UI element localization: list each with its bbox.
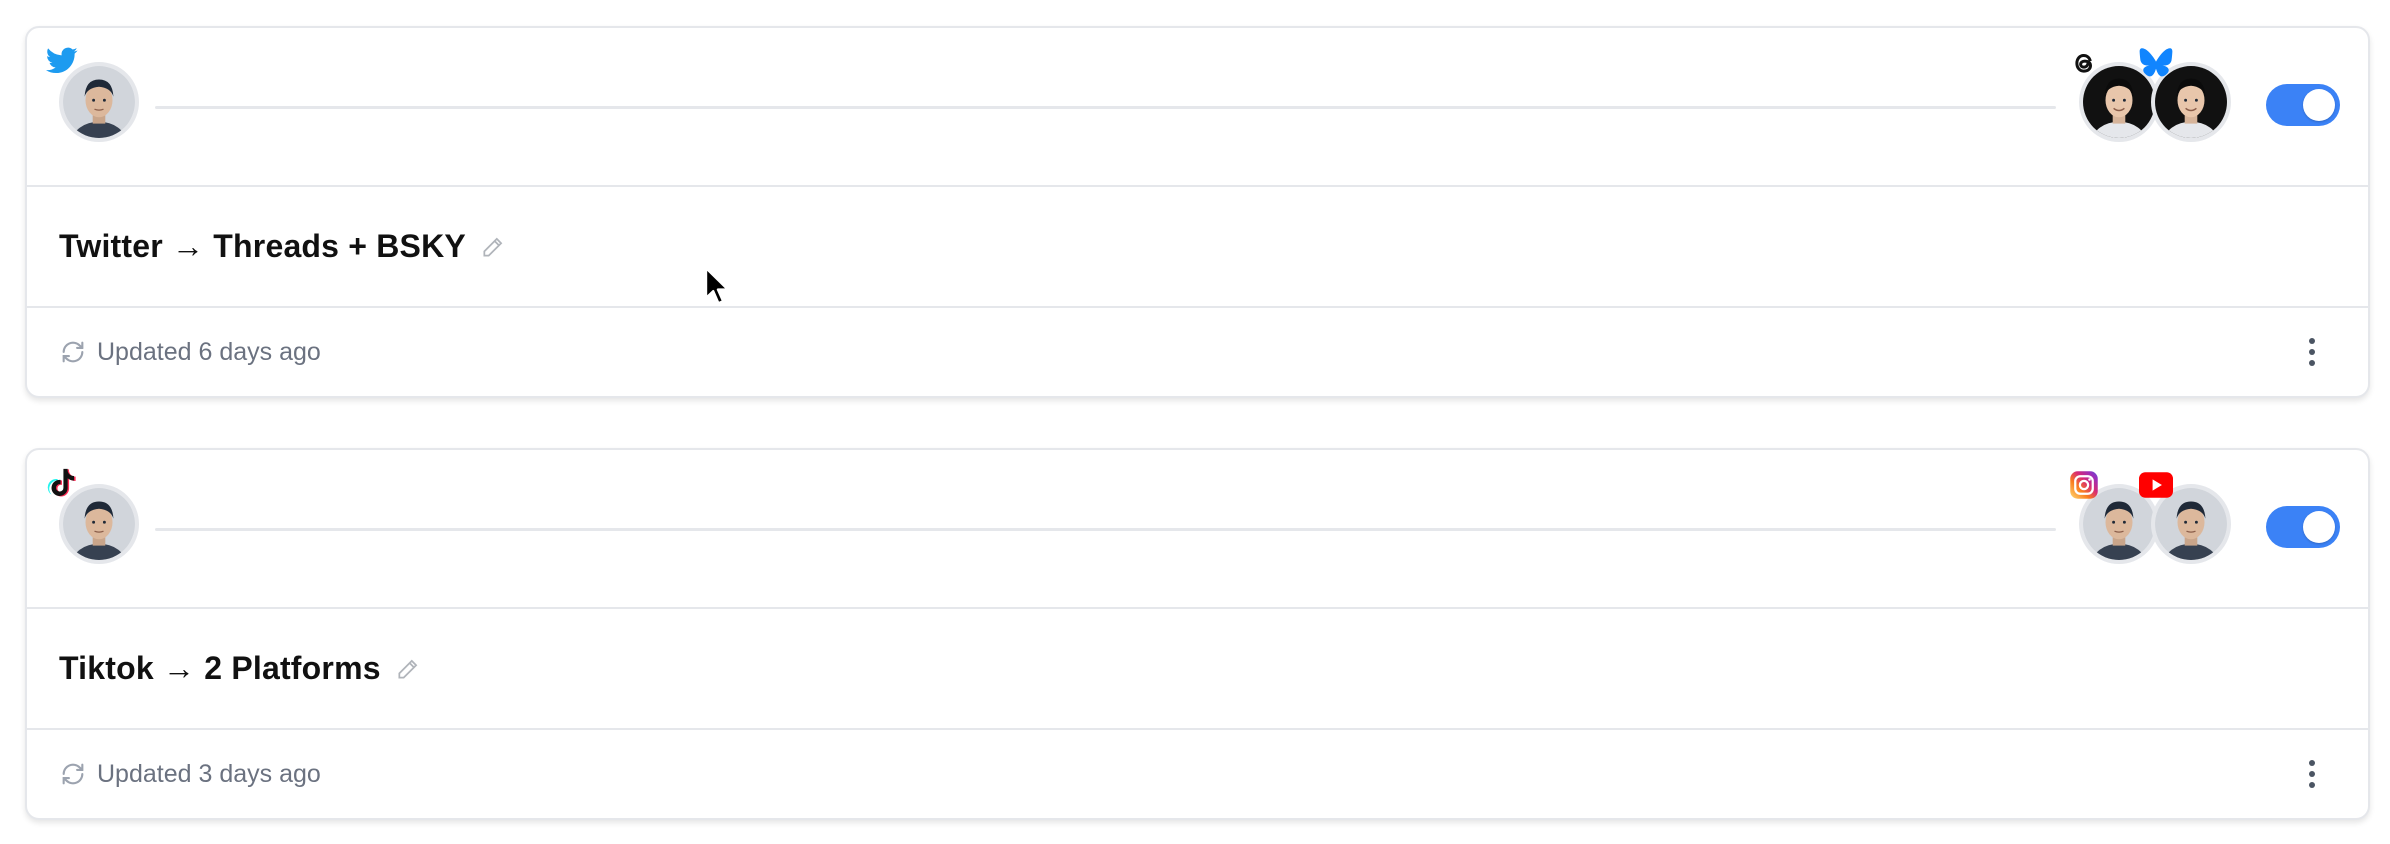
dot-icon: [2309, 782, 2315, 788]
dot-icon: [2309, 338, 2315, 344]
workflow-title-row: Tiktok → 2 Platforms: [27, 609, 2368, 730]
more-options-button[interactable]: [2304, 338, 2320, 368]
workflow-enable-toggle[interactable]: [2266, 506, 2340, 548]
workflow-flow-row: [27, 28, 2368, 187]
dot-icon: [2309, 760, 2315, 766]
workflow-footer: Updated 6 days ago: [27, 308, 2368, 396]
pencil-icon[interactable]: [480, 234, 506, 260]
mouse-cursor-icon: [704, 266, 730, 305]
tiktok-icon: [47, 468, 76, 497]
workflow-title: Twitter → Threads + BSKY: [59, 228, 466, 264]
updated-timestamp: Updated 3 days ago: [97, 759, 321, 788]
more-options-button[interactable]: [2304, 760, 2320, 790]
youtube-icon: [2139, 472, 2173, 498]
dot-icon: [2309, 771, 2315, 777]
workflow-footer: Updated 3 days ago: [27, 730, 2368, 818]
dot-icon: [2309, 349, 2315, 355]
workflow-title: Tiktok → 2 Platforms: [59, 650, 381, 686]
flow-connector-line: [155, 106, 2056, 109]
workflow-title-row: Twitter → Threads + BSKY: [27, 187, 2368, 308]
pencil-icon[interactable]: [395, 656, 421, 682]
updated-timestamp: Updated 6 days ago: [97, 337, 321, 366]
bluesky-icon: [2139, 48, 2173, 77]
refresh-icon: [62, 763, 84, 785]
flow-connector-line: [155, 528, 2056, 531]
workflow-card-twitter[interactable]: Twitter → Threads + BSKY Updated 6 days …: [25, 26, 2370, 398]
instagram-icon: [2070, 471, 2098, 499]
dot-icon: [2309, 360, 2315, 366]
workflow-flow-row: [27, 450, 2368, 609]
refresh-icon: [62, 341, 84, 363]
toggle-knob: [2303, 511, 2335, 543]
twitter-icon: [45, 47, 78, 74]
workflow-enable-toggle[interactable]: [2266, 84, 2340, 126]
threads-icon: [2075, 53, 2093, 73]
toggle-knob: [2303, 89, 2335, 121]
workflow-card-tiktok[interactable]: Tiktok → 2 Platforms Updated 3 days ago: [25, 448, 2370, 820]
